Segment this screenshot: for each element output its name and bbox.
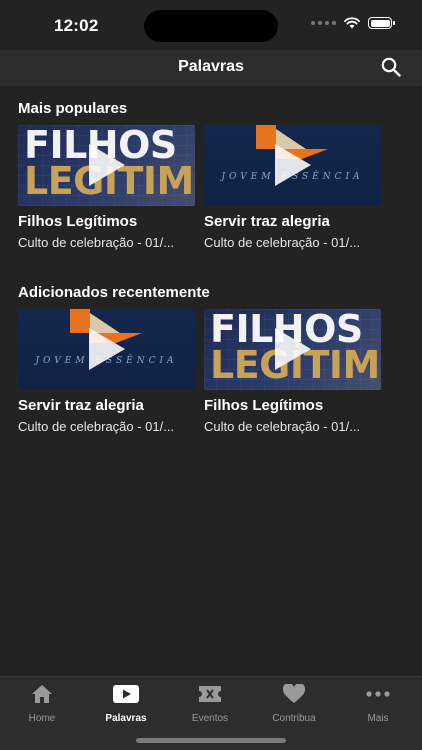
tab-label: Mais [367, 713, 389, 724]
sermon-title: Filhos Legítimos [18, 213, 138, 230]
cellular-signal-icon [311, 21, 336, 25]
play-icon[interactable] [275, 144, 311, 186]
sermon-title: Filhos Legítimos [204, 397, 324, 414]
tab-mais[interactable]: Mais [336, 683, 420, 724]
home-indicator[interactable] [136, 738, 286, 743]
tab-eventos[interactable]: Eventos [168, 683, 252, 724]
house-icon [32, 685, 52, 703]
tab-label: Palavras [105, 713, 147, 724]
tab-label: Eventos [191, 713, 229, 724]
section-recently-added: Adicionados recentemente JOVEM ESSÊNCIA … [18, 283, 422, 435]
sermon-subtitle: Culto de celebração - 01/... [18, 235, 175, 250]
card-row: JOVEM ESSÊNCIA Servir traz alegria Culto… [18, 309, 422, 435]
wifi-icon [344, 17, 360, 29]
play-icon[interactable] [89, 328, 125, 370]
battery-icon [368, 17, 395, 29]
page-title: Palavras [178, 58, 244, 75]
status-bar: 12:02 [0, 0, 422, 50]
sermon-card[interactable]: JOVEM ESSÊNCIA Servir traz alegria Culto… [18, 309, 195, 435]
play-video-icon [113, 685, 139, 703]
sermon-title: Servir traz alegria [204, 213, 330, 230]
status-time: 12:02 [54, 16, 99, 35]
tab-palavras[interactable]: Palavras [84, 683, 168, 724]
tab-label: Home [28, 713, 56, 724]
sermon-subtitle: Culto de celebração - 01/... [18, 419, 175, 434]
tab-label: Contribua [272, 713, 316, 724]
sermon-thumbnail[interactable]: FILHOS LEGÍTIMOS [18, 125, 195, 206]
tab-contribua[interactable]: Contribua [252, 683, 336, 724]
more-dots-icon [366, 691, 390, 697]
dynamic-island [144, 10, 278, 42]
tab-home[interactable]: Home [0, 683, 84, 724]
sermon-card[interactable]: JOVEM ESSÊNCIA Servir traz alegria Culto… [204, 125, 381, 251]
card-row: FILHOS LEGÍTIMOS Filhos Legítimos Culto … [18, 125, 422, 251]
sermon-thumbnail[interactable]: JOVEM ESSÊNCIA [18, 309, 195, 390]
sermon-thumbnail[interactable]: FILHOS LEGÍTIMOS [204, 309, 381, 390]
sermon-card[interactable]: FILHOS LEGÍTIMOS Filhos Legítimos Culto … [204, 309, 381, 435]
sermon-title: Servir traz alegria [18, 397, 144, 414]
sermon-thumbnail[interactable]: JOVEM ESSÊNCIA [204, 125, 381, 206]
play-icon[interactable] [89, 144, 125, 186]
section-most-popular: Mais populares FILHOS LEGÍTIMOS Filhos L… [18, 99, 422, 251]
search-icon[interactable] [380, 56, 402, 78]
ticket-icon [199, 686, 221, 702]
sermon-subtitle: Culto de celebração - 01/... [204, 419, 361, 434]
status-icons [311, 17, 395, 29]
sermon-subtitle: Culto de celebração - 01/... [204, 235, 361, 250]
play-icon[interactable] [275, 328, 311, 370]
sermon-card[interactable]: FILHOS LEGÍTIMOS Filhos Legítimos Culto … [18, 125, 195, 251]
navigation-bar: Palavras [0, 50, 422, 86]
heart-icon [282, 684, 306, 703]
section-title: Adicionados recentemente [18, 284, 210, 301]
section-title: Mais populares [18, 100, 128, 117]
